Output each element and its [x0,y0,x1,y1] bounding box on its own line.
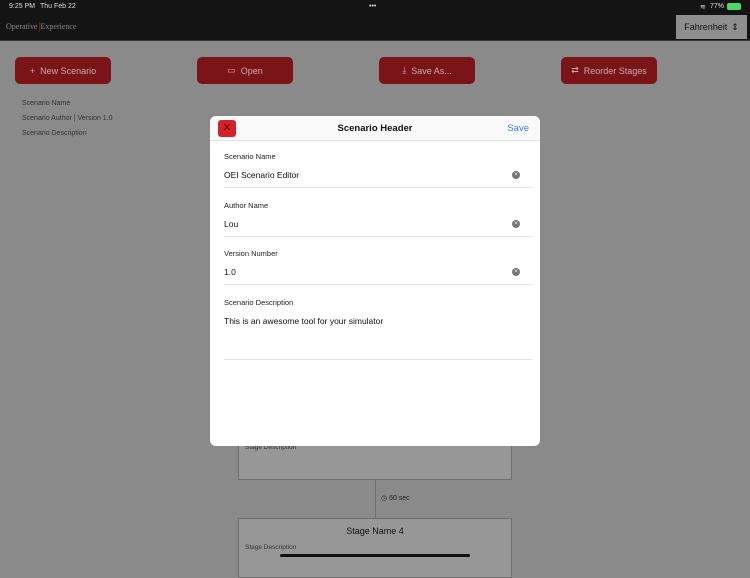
clear-icon[interactable]: × [512,220,520,228]
logo: Operative Experience [6,22,77,33]
field-label: Scenario Name [224,152,276,161]
home-indicator[interactable] [280,554,470,557]
dialog-header: ✕ Scenario Header Save [210,116,540,141]
top-bar: 9:25 PM Thu Feb 22 ••• ≋ 77% Operative Ex… [0,0,750,41]
scenario-description: Scenario Description [22,130,87,137]
new-scenario-label: New Scenario [40,65,97,76]
field-label: Author Name [224,201,269,210]
scenario-header-dialog: ✕ Scenario Header Save Scenario Name OEI… [210,116,540,446]
field-label: Scenario Description [224,298,294,307]
reorder-label: Reorder Stages [583,65,647,76]
author-name-field: Author Name Lou × [224,201,532,237]
save-button[interactable]: Save [507,123,529,134]
clock-icon: ◷ [381,495,388,502]
stage-description: Stage Description [245,544,297,551]
unit-label: Fahrenheit [684,22,728,32]
plus-icon: + [29,65,36,76]
stage-name: Stage Name 4 [346,526,404,536]
save-as-label: Save As... [411,65,452,76]
save-as-button[interactable]: ⤓ Save As... [379,57,475,84]
dialog-title: Scenario Header [337,123,413,134]
unit-selector[interactable]: Fahrenheit ⇕ [676,15,747,39]
wifi-icon: ≋ [700,4,706,11]
status-time: 9:25 PM [9,3,36,10]
scenario-description-input[interactable]: This is an awesome tool for your simulat… [224,316,532,360]
status-date: Thu Feb 22 [40,3,76,10]
multitask-dots[interactable]: ••• [369,3,376,10]
stage-card[interactable]: Stage Name 4 Stage Description [238,518,512,578]
new-scenario-button[interactable]: + New Scenario [15,57,111,84]
clear-icon[interactable]: × [512,268,520,276]
scenario-name-input[interactable]: OEI Scenario Editor × [224,170,532,188]
field-label: Version Number [224,249,278,258]
author-name-input[interactable]: Lou × [224,219,532,237]
battery-icon [727,3,741,10]
scenario-name: Scenario Name [22,100,71,107]
stage-timer: ◷ 60 sec [381,494,410,502]
scenario-name-field: Scenario Name OEI Scenario Editor × [224,152,532,188]
open-button[interactable]: ▭ Open [197,57,293,84]
version-number-input[interactable]: 1.0 × [224,267,532,285]
battery-percent: 77% [710,3,725,10]
clear-icon[interactable]: × [512,171,520,179]
open-label: Open [240,65,263,76]
reorder-stages-button[interactable]: ⇄ Reorder Stages [561,57,657,84]
reorder-icon: ⇄ [571,65,579,75]
scenario-description-field: Scenario Description This is an awesome … [224,298,532,360]
download-icon: ⤓ [402,65,407,75]
chevron-updown-icon: ⇕ [731,21,739,32]
scenario-author-version: Scenario Author | Version 1.0 [22,115,113,122]
timer-label: 60 sec [389,495,410,502]
folder-icon: ▭ [227,65,236,75]
stage-connector [375,480,376,519]
version-number-field: Version Number 1.0 × [224,249,532,285]
